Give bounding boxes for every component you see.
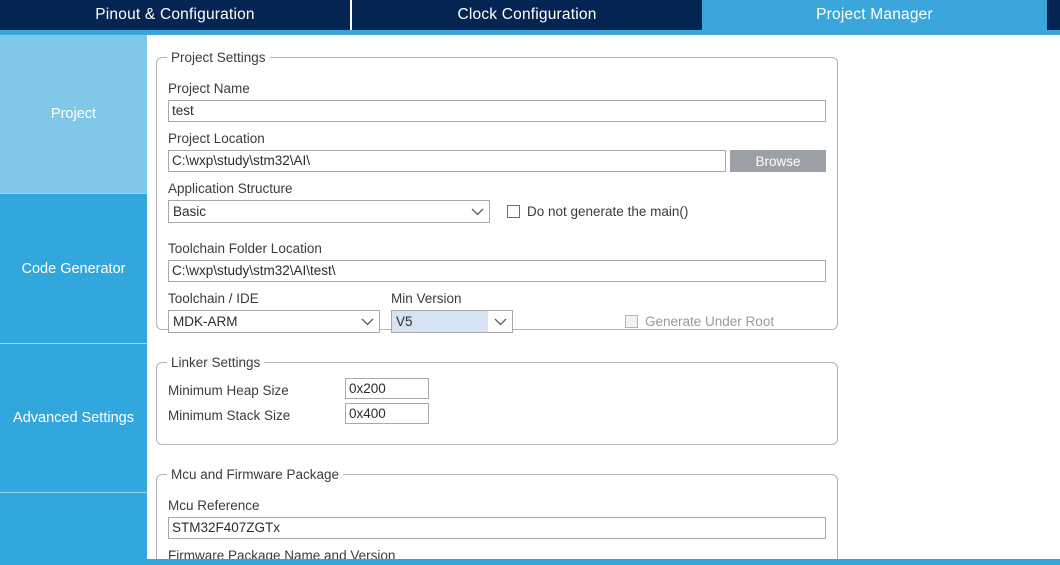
application-structure-select[interactable]: Basic [168, 200, 490, 223]
mcu-reference-label: Mcu Reference [168, 498, 260, 513]
tab-label: Pinout & Configuration [95, 6, 255, 23]
bottom-accent-bar [0, 559, 1060, 565]
sidebar-item-label: Advanced Settings [13, 410, 134, 426]
project-name-label: Project Name [168, 81, 250, 96]
min-version-label: Min Version [391, 291, 462, 306]
tab-bar-right-edge [1047, 0, 1058, 30]
sidebar-item-label: Code Generator [21, 260, 126, 277]
project-name-input[interactable]: test [168, 100, 826, 122]
minimum-stack-size-input[interactable]: 0x400 [345, 403, 429, 424]
mcu-reference-input[interactable]: STM32F407ZGTx [168, 517, 826, 539]
chevron-down-icon [355, 311, 379, 332]
application-structure-value: Basic [173, 204, 207, 219]
sidebar-item-label: Project [50, 106, 97, 122]
min-version-value: V5 [392, 311, 488, 332]
toolchain-folder-location-input[interactable]: C:\wxp\study\stm32\AI\test\ [168, 260, 826, 282]
minimum-heap-size-input[interactable]: 0x200 [345, 378, 429, 399]
do-not-generate-main-label: Do not generate the main() [527, 204, 689, 219]
tab-label: Clock Configuration [457, 6, 597, 23]
cubemx-window: Pinout & Configuration Clock Configurati… [0, 0, 1060, 565]
project-manager-sidebar: Project Code Generator Advanced Settings [0, 35, 147, 560]
chevron-down-icon [488, 311, 512, 332]
project-manager-content: Project Settings Project Name test Proje… [147, 35, 1060, 565]
application-structure-label: Application Structure [168, 181, 293, 196]
tab-clock-configuration[interactable]: Clock Configuration [352, 0, 702, 30]
generate-under-root-checkbox-row: Generate Under Root [625, 314, 774, 329]
tab-project-manager[interactable]: Project Manager [702, 0, 1047, 30]
checkbox-icon [625, 315, 638, 328]
browse-button[interactable]: Browse [730, 150, 826, 172]
sidebar-item-code-generator[interactable]: Code Generator [0, 193, 147, 343]
project-settings-legend: Project Settings [171, 50, 266, 65]
chevron-down-icon [465, 201, 489, 222]
toolchain-folder-location-label: Toolchain Folder Location [168, 241, 322, 256]
min-version-select[interactable]: V5 [391, 310, 513, 333]
sidebar-item-advanced-settings[interactable]: Advanced Settings [0, 343, 147, 492]
minimum-heap-size-label: Minimum Heap Size [168, 383, 289, 398]
mcu-firmware-package-group: Mcu and Firmware Package Mcu Reference S… [156, 467, 838, 565]
sidebar-item-empty[interactable] [0, 492, 147, 560]
linker-settings-group: Linker Settings Minimum Heap Size 0x200 … [156, 355, 838, 445]
project-location-label: Project Location [168, 131, 265, 146]
project-location-input[interactable]: C:\wxp\study\stm32\AI\ [168, 150, 726, 172]
tab-label: Project Manager [816, 6, 933, 23]
project-settings-group: Project Settings Project Name test Proje… [156, 50, 838, 333]
do-not-generate-main-checkbox-row[interactable]: Do not generate the main() [507, 204, 688, 219]
checkbox-icon[interactable] [507, 205, 520, 218]
minimum-stack-size-label: Minimum Stack Size [168, 408, 291, 423]
linker-settings-legend: Linker Settings [171, 355, 261, 370]
sidebar-item-project[interactable]: Project [0, 35, 147, 193]
main-tab-bar: Pinout & Configuration Clock Configurati… [0, 0, 1060, 30]
tab-pinout-configuration[interactable]: Pinout & Configuration [0, 0, 350, 30]
toolchain-ide-select[interactable]: MDK-ARM [168, 310, 380, 333]
generate-under-root-label: Generate Under Root [645, 314, 775, 329]
mcu-firmware-package-legend: Mcu and Firmware Package [171, 467, 340, 482]
toolchain-ide-label: Toolchain / IDE [168, 291, 259, 306]
toolchain-ide-value: MDK-ARM [173, 314, 238, 329]
